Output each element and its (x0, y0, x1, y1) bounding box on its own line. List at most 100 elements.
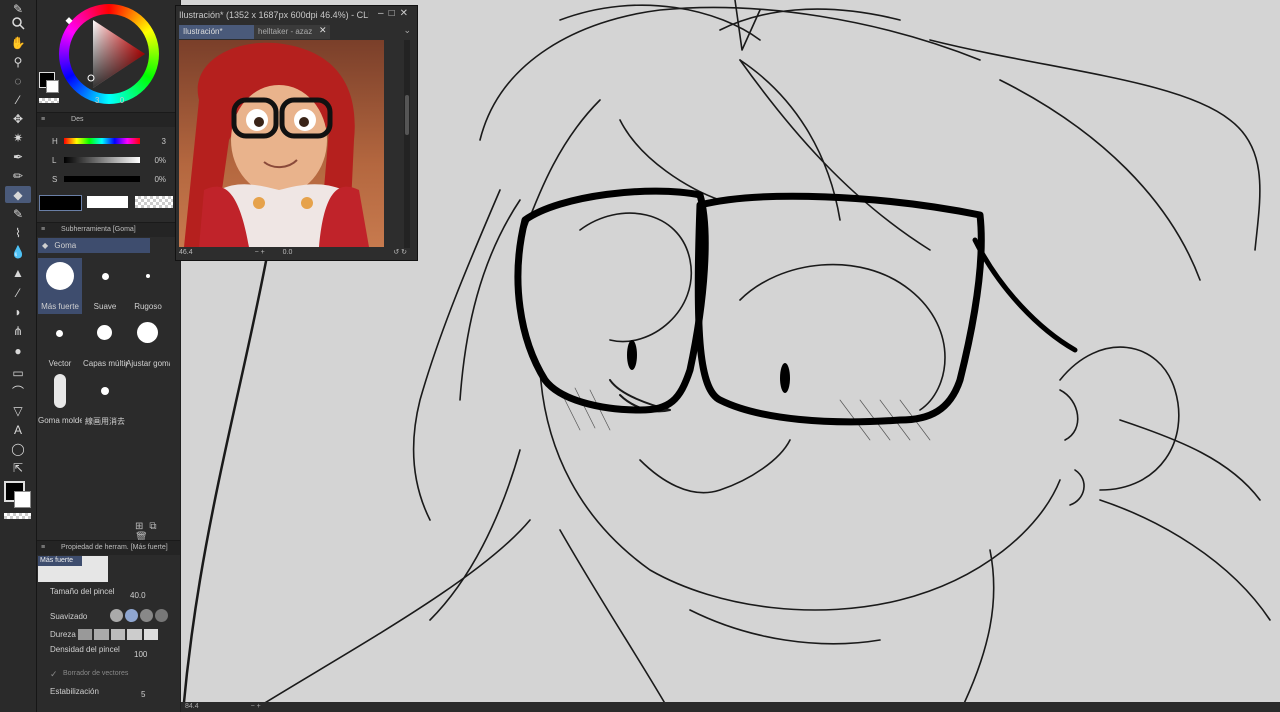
color-wheel[interactable] (59, 4, 159, 104)
maximize-icon[interactable]: □ (389, 8, 400, 19)
move-icon[interactable]: ✥ (5, 110, 31, 127)
brush-preview-icon (101, 387, 109, 395)
brush-size-value[interactable]: 40.0 (130, 591, 146, 600)
hardness-row[interactable]: Dureza (45, 629, 175, 646)
bucket-icon[interactable]: ◗ (5, 303, 31, 320)
sub-color-swatch[interactable] (14, 491, 31, 508)
density-value[interactable]: 100 (134, 650, 147, 659)
zoom-icon[interactable] (5, 14, 31, 31)
brush-size-label: Tamaño del pincel (50, 587, 115, 596)
hue-label: H (52, 137, 58, 146)
brush-ajustar-goma[interactable]: Ajustar goma (126, 315, 170, 371)
brush-lineart-eraser[interactable]: 線画用消去 (83, 372, 127, 428)
status-controls-icon[interactable]: − + (251, 703, 261, 710)
decoration-icon[interactable]: ⋔ (5, 322, 31, 339)
rotate-icon[interactable]: ↺ ↻ (393, 248, 407, 258)
brush-label: Ajustar goma (126, 359, 170, 368)
sub-color-chip[interactable] (87, 196, 128, 208)
hardness-label: Dureza (50, 630, 76, 639)
minimize-icon[interactable]: – (378, 8, 389, 19)
brush-rugoso[interactable]: Rugoso (126, 258, 170, 314)
zoom-controls-icon[interactable]: − + (255, 249, 265, 256)
hand-icon[interactable]: ✋ (5, 34, 31, 51)
stabilization-row[interactable]: Estabilización 5 (45, 687, 175, 703)
right-eye (780, 363, 790, 393)
hue-slider[interactable] (64, 138, 140, 144)
main-color-chip[interactable] (39, 195, 82, 211)
status-zoom-value[interactable]: 84.4 (185, 703, 199, 710)
lightness-slider[interactable] (64, 157, 140, 163)
hardness-step[interactable] (94, 629, 109, 640)
close-icon[interactable]: ✕ (400, 8, 413, 19)
ruler-icon[interactable]: ⌒ (5, 383, 31, 400)
hardness-step[interactable] (143, 629, 159, 640)
text-icon[interactable]: A (5, 421, 31, 438)
object-select-icon[interactable]: ⚲ (5, 53, 31, 70)
drop-icon[interactable]: 💧 (5, 243, 31, 260)
fill-icon[interactable]: ▲ (5, 264, 31, 281)
status-bar: 84.4 − + (181, 702, 1280, 712)
tab-close-icon[interactable]: ✕ (319, 25, 327, 36)
color-slider-header: ≡ Des (37, 112, 180, 127)
color-slider-tab[interactable]: Des (71, 116, 83, 123)
smoothing-option[interactable] (125, 609, 138, 622)
airbrush-icon[interactable]: ⁄ (5, 284, 31, 301)
frame-icon[interactable]: ▭ (5, 364, 31, 381)
brush-label: Vector (48, 359, 72, 368)
glasses-drawing (514, 187, 1078, 426)
checkbox-icon[interactable]: ✓ (50, 669, 58, 680)
hardness-step[interactable] (78, 629, 93, 640)
eraser-icon[interactable]: ◆ (5, 186, 31, 203)
saturation-slider[interactable] (64, 176, 140, 182)
mini-sub-color[interactable] (46, 80, 59, 93)
scrollbar-thumb[interactable] (405, 95, 409, 135)
vector-eraser-row[interactable]: ✓ Borrador de vectores (45, 669, 175, 685)
blend-icon[interactable]: ⌇ (5, 224, 31, 241)
smoothing-option[interactable] (140, 609, 153, 622)
magic-wand-icon[interactable]: ✷ (5, 129, 31, 146)
density-row[interactable]: Densidad del pincel 100 (45, 645, 175, 661)
stabilization-value[interactable]: 5 (141, 690, 145, 699)
property-menu-icon[interactable]: ≡ (41, 544, 45, 551)
balloon-icon[interactable]: ◯ (5, 440, 31, 457)
saturation-value: 0% (154, 175, 166, 184)
transparent-swatch[interactable] (4, 513, 31, 519)
brush-capas-multiples[interactable]: Capas múltiples (83, 315, 127, 371)
brush-icon[interactable]: ✎ (5, 205, 31, 222)
preset-label: Más fuerte (38, 556, 82, 566)
brush-suave[interactable]: Suave (83, 258, 127, 314)
pencil-icon[interactable]: ✏ (5, 167, 31, 184)
smoothing-row[interactable]: Suavizado (45, 609, 175, 625)
brush-preview-icon (56, 330, 63, 337)
color-triangle[interactable] (59, 4, 159, 104)
smoothing-option[interactable] (110, 609, 123, 622)
tab-illustration[interactable]: Ilustración* (179, 25, 255, 39)
transparent-color-chip[interactable] (135, 196, 173, 208)
navigator-zoom-value[interactable]: 46.4 (179, 249, 193, 256)
brush-goma-moldeable[interactable]: Goma moldeable (38, 372, 82, 428)
hardness-step[interactable] (110, 629, 126, 640)
figure-icon[interactable]: ▽ (5, 402, 31, 419)
subtool-menu-icon[interactable]: ≡ (41, 226, 45, 233)
navigator-window[interactable]: Ilustración* (1352 x 1687px 600dpi 46.4%… (175, 5, 418, 261)
subtool-group-eraser[interactable]: ◆ Goma (38, 238, 150, 253)
stabilization-label: Estabilización (50, 687, 99, 696)
correct-line-icon[interactable]: ⇱ (5, 459, 31, 476)
eyedropper-icon[interactable]: ⁄ (5, 91, 31, 108)
gradient-icon[interactable]: ● (5, 342, 31, 359)
mini-transparent[interactable] (39, 98, 59, 103)
pen-tool-icon[interactable]: ✒ (5, 148, 31, 165)
navigator-angle-value[interactable]: 0.0 (283, 249, 293, 256)
brush-preview-icon (54, 374, 66, 408)
navigator-scrollbar[interactable] (404, 40, 410, 248)
brush-vector[interactable]: Vector (38, 315, 82, 371)
hardness-step[interactable] (127, 629, 142, 640)
smoothing-option[interactable] (155, 609, 168, 622)
menu-icon[interactable]: ≡ (41, 116, 45, 123)
tab-label: Ilustración* (183, 27, 223, 36)
lightness-value: 0% (154, 156, 166, 165)
lasso-icon[interactable]: ◌ (5, 72, 31, 89)
brush-mas-fuerte[interactable]: Más fuerte (38, 258, 82, 314)
tab-dropdown-icon[interactable]: ⌄ (403, 25, 411, 36)
brush-size-row[interactable]: Tamaño del pincel 40.0 (45, 587, 175, 603)
